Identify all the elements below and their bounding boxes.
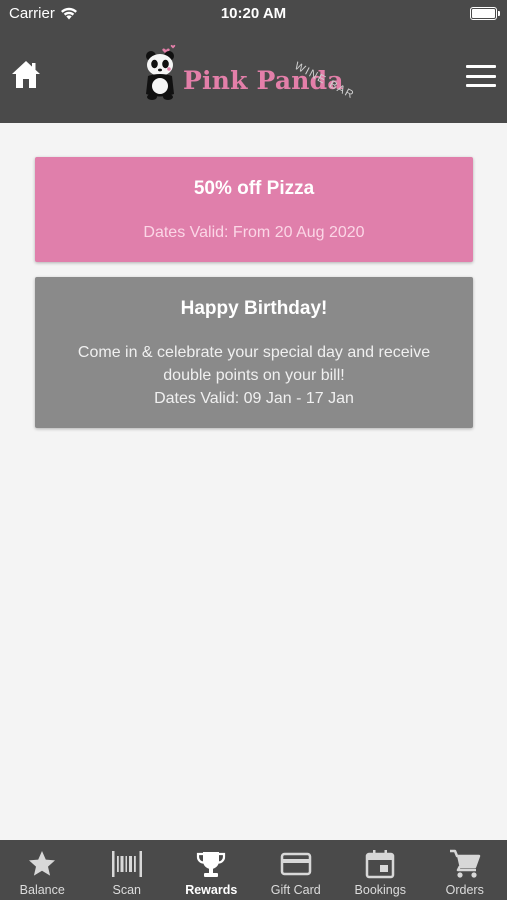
tab-bar: Balance Scan Rewards Gift Card Bookings …: [0, 840, 507, 900]
battery-icon: [470, 7, 500, 20]
tab-label: Orders: [445, 883, 484, 897]
reward-dates: Dates Valid: 09 Jan - 17 Jan: [154, 390, 354, 407]
status-bar: Carrier 10:20 AM: [0, 0, 507, 28]
reward-description: Come in & celebrate your special day and…: [77, 344, 431, 384]
reward-card-birthday[interactable]: Happy Birthday! Come in & celebrate your…: [35, 277, 473, 428]
tab-scan[interactable]: Scan: [85, 840, 170, 900]
hamburger-line: [466, 74, 496, 78]
menu-button[interactable]: [466, 65, 496, 87]
status-time: 10:20 AM: [220, 5, 287, 22]
home-icon: [12, 61, 40, 88]
brand-logo: Pink Panda WINE BAR: [143, 40, 358, 112]
tab-label: Gift Card: [270, 883, 321, 897]
rewards-list: 50% off Pizza Dates Valid: From 20 Aug 2…: [0, 123, 507, 840]
tab-gift-card[interactable]: Gift Card: [254, 840, 339, 900]
reward-card-pizza[interactable]: 50% off Pizza Dates Valid: From 20 Aug 2…: [35, 157, 473, 262]
tab-balance[interactable]: Balance: [0, 840, 85, 900]
reward-title: 50% off Pizza: [193, 178, 315, 199]
panda-logo-icon: [146, 44, 176, 100]
reward-title: Happy Birthday!: [180, 298, 328, 319]
tab-label: Balance: [19, 883, 65, 897]
credit-card-icon: [280, 852, 311, 876]
tab-label: Bookings: [354, 883, 406, 897]
star-icon: [29, 851, 56, 876]
tab-label: Rewards: [185, 883, 238, 897]
tab-rewards[interactable]: Rewards: [169, 840, 254, 900]
hamburger-line: [466, 84, 496, 87]
tab-orders[interactable]: Orders: [423, 840, 507, 900]
home-button[interactable]: [10, 58, 42, 90]
header: Pink Panda WINE BAR: [0, 28, 507, 123]
cart-icon: [449, 849, 480, 878]
hamburger-menu-icon: [466, 65, 496, 68]
calendar-icon: [366, 850, 395, 879]
tab-label: Scan: [112, 883, 142, 897]
barcode-icon: [111, 851, 142, 877]
trophy-icon: [197, 852, 226, 877]
tab-bookings[interactable]: Bookings: [338, 840, 423, 900]
reward-dates: Dates Valid: From 20 Aug 2020: [143, 224, 365, 241]
